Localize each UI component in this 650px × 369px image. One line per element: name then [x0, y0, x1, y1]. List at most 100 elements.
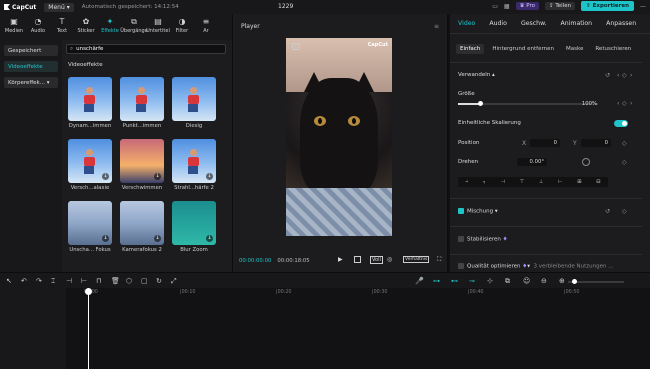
share-button[interactable]: ⇪ Teilen [545, 2, 576, 10]
download-icon[interactable]: ↓ [102, 173, 109, 180]
ratio-button[interactable]: Verhältnis [403, 256, 430, 263]
timeline-option-icon[interactable]: ⊶ [433, 277, 440, 285]
zoom-slider[interactable] [568, 279, 624, 284]
fullscreen-icon[interactable]: ⛶ [437, 256, 441, 264]
video-preview[interactable]: AI CapCut [286, 38, 392, 236]
timeline-option-icon[interactable]: ⊸ [469, 277, 475, 285]
timeline-option-icon[interactable]: ⊕ [559, 277, 565, 285]
subtab-mask[interactable]: Maske [562, 44, 587, 54]
keyframe-icon[interactable]: ◇ [622, 72, 627, 79]
search-input[interactable]: ⌕ unschärfe [66, 44, 226, 54]
category-videoeffekte[interactable]: Videoeffekte [4, 61, 58, 72]
monitor-icon[interactable]: ▭ [492, 3, 498, 10]
effect-card[interactable]: ↓ Strahl...härfe 2 [172, 139, 216, 195]
tool-sticker[interactable]: ✿ Sticker [74, 14, 98, 35]
rotate-dial-icon[interactable] [582, 158, 590, 166]
category-koerpereffekte[interactable]: Körpereffek... ▾ [4, 77, 58, 88]
slider-knob[interactable] [478, 101, 483, 106]
timeline-tool-icon[interactable]: ↖ [6, 277, 12, 285]
effect-card[interactable]: Dynam...immen [68, 77, 112, 133]
tab-audio[interactable]: Audio [489, 20, 507, 27]
align-icon[interactable]: ⊢ [558, 179, 562, 185]
timeline-tool-icon[interactable]: ↷ [36, 277, 42, 285]
playhead-handle[interactable] [85, 288, 92, 295]
align-icon[interactable]: ⊤ [520, 179, 524, 185]
keyframe-icon[interactable]: ◇ [622, 208, 627, 215]
size-value[interactable]: 100% [570, 100, 600, 108]
playhead[interactable] [88, 290, 89, 369]
timeline-tool-icon[interactable]: 🗑 [111, 277, 120, 285]
align-icon[interactable]: ⊣ [501, 179, 505, 185]
tool-anpassen[interactable]: ≡ Ar [194, 14, 218, 35]
position-x-field[interactable]: 0 [530, 139, 560, 147]
effect-card[interactable]: ↓ Blur Zoom [172, 201, 216, 257]
effect-card[interactable]: Diesig [172, 77, 216, 133]
timeline-option-icon[interactable]: 🎤 [415, 277, 424, 285]
timeline-tool-icon[interactable]: ↶ [21, 277, 27, 285]
stabilize-checkbox[interactable] [458, 236, 464, 242]
download-icon[interactable]: ↓ [206, 173, 213, 180]
export-button[interactable]: ⇧ Exportieren [581, 1, 634, 11]
timeline-tracks[interactable] [66, 298, 650, 369]
keyframe-icon[interactable]: ◇ [622, 159, 627, 166]
subtab-basic[interactable]: Einfach [456, 44, 485, 54]
menu-button[interactable]: Menü ▾ [44, 2, 74, 12]
rotate-field[interactable]: 0.00° [517, 158, 547, 166]
pro-button[interactable]: ♛ Pro [515, 2, 540, 10]
download-icon[interactable]: ↓ [154, 235, 161, 242]
timeline-option-icon[interactable]: ⊷ [451, 277, 458, 285]
blend-section[interactable]: Mischung ▾ [458, 208, 498, 215]
align-icon[interactable]: ⊟ [596, 179, 600, 185]
full-button[interactable]: Voll [370, 256, 383, 264]
download-icon[interactable]: ↓ [102, 235, 109, 242]
effect-card[interactable]: Punkt...immen [120, 77, 164, 133]
quality-checkbox[interactable] [458, 263, 464, 269]
effect-card[interactable]: ↓ Versch...alaxie [68, 139, 112, 195]
position-y-field[interactable]: 0 [581, 139, 611, 147]
tool-audio[interactable]: ◔ Audio [26, 14, 50, 35]
timeline-tool-icon[interactable]: ⌶ [51, 277, 55, 286]
download-icon[interactable]: ↓ [206, 235, 213, 242]
timeline-option-icon[interactable]: ☺ [523, 277, 530, 285]
zoom-knob[interactable] [572, 279, 577, 284]
effect-card[interactable]: ↓ Unscha... Fokus [68, 201, 112, 257]
arrow-left-icon[interactable]: ‹ [617, 100, 619, 107]
snapshot-icon[interactable]: ◎ [387, 256, 392, 263]
timeline-tool-icon[interactable]: ↻ [156, 277, 162, 285]
timeline-tool-icon[interactable]: ⤢ [171, 277, 177, 286]
align-icon[interactable]: ⫟ [483, 179, 486, 185]
blend-checkbox[interactable] [458, 208, 464, 214]
reset-icon[interactable]: ↺ [605, 208, 610, 215]
tab-speed[interactable]: Geschw. [521, 20, 547, 27]
arrow-left-icon[interactable]: ‹ [617, 72, 619, 79]
align-icon[interactable]: ⊥ [539, 179, 543, 185]
arrow-right-icon[interactable]: › [630, 72, 632, 79]
stabilize-section[interactable]: Stabilisieren ♦ [458, 236, 508, 243]
timeline-tool-icon[interactable]: ▢ [141, 277, 148, 285]
effect-card[interactable]: ↓ Verschwimmen [120, 139, 164, 195]
menu-icon[interactable]: ≡ [434, 23, 439, 30]
subtab-retouch[interactable]: Retuschieren [591, 44, 635, 54]
timeline-tool-icon[interactable]: ⊓ [96, 277, 101, 285]
play-icon[interactable]: ▶ [338, 256, 343, 263]
tool-untertitel[interactable]: ▤ Untertitel [146, 14, 170, 35]
tab-animation[interactable]: Animation [561, 20, 593, 27]
tool-effekte[interactable]: ✦ Effekte [98, 14, 122, 35]
timeline-tool-icon[interactable]: ⊢ [81, 277, 87, 285]
reset-icon[interactable]: ↺ [605, 72, 610, 79]
align-icon[interactable]: ⊞ [577, 179, 581, 185]
keyframe-icon[interactable]: ◇ [622, 100, 627, 107]
subtab-remove-bg[interactable]: Hintergrund entfernen [488, 44, 558, 54]
align-icon[interactable]: ⫞ [465, 179, 468, 185]
quality-section[interactable]: Qualität optimieren ♦▾ 3 verbleibende Nu… [458, 263, 614, 270]
tool-text[interactable]: T Text [50, 14, 74, 35]
category-gespeichert[interactable]: Gespeichert [4, 45, 58, 56]
tool-uebergaenge[interactable]: ⧉ Übergänge [120, 14, 148, 35]
transform-section[interactable]: Verwandeln ▴ [458, 72, 495, 78]
tab-video[interactable]: Video [458, 20, 475, 27]
timeline-tool-icon[interactable]: ⬡ [126, 277, 132, 285]
tab-adjust[interactable]: Anpassen [606, 20, 636, 27]
crop-icon[interactable] [354, 256, 361, 263]
keyframe-icon[interactable]: ◇ [622, 140, 627, 147]
minimize-icon[interactable]: — [640, 3, 646, 10]
